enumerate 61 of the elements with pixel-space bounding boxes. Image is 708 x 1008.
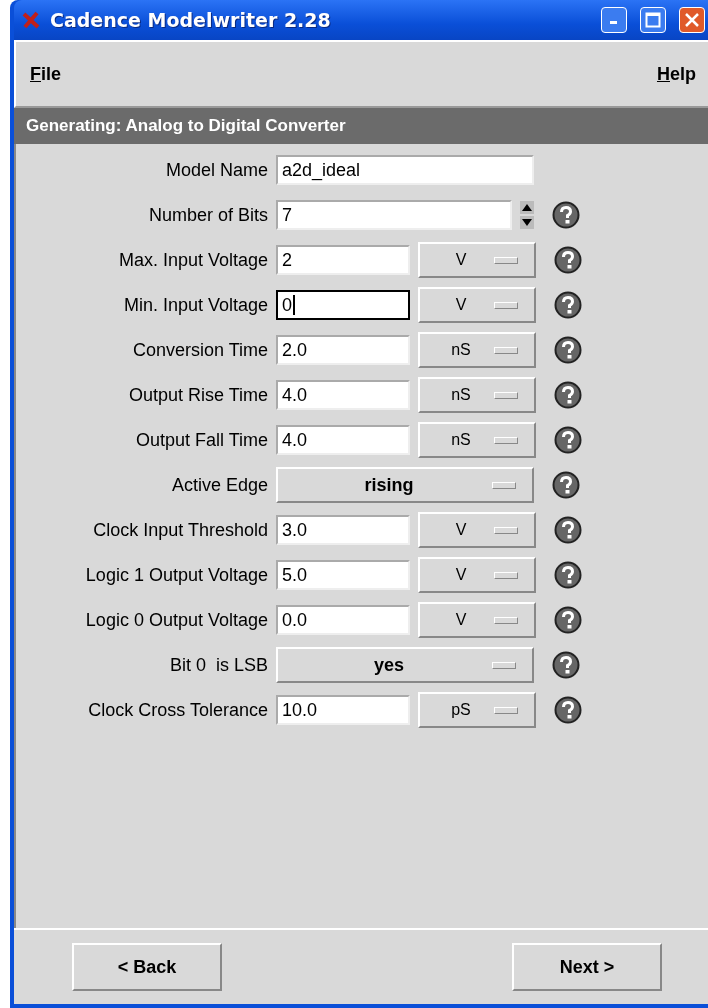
maximize-button[interactable] <box>640 7 666 33</box>
option-dropdown[interactable]: yes <box>276 647 534 683</box>
close-button[interactable] <box>679 7 705 33</box>
menu-item[interactable]: Help <box>657 63 696 85</box>
help-icon[interactable] <box>554 561 582 589</box>
field-label: Max. Input Voltage <box>117 249 268 271</box>
field-label: Bit 0 is LSB <box>168 654 268 676</box>
field-label: Conversion Time <box>131 339 268 361</box>
back-button[interactable]: < Back <box>72 943 222 991</box>
input-field[interactable]: 4.0 <box>276 425 410 455</box>
field-label: Logic 1 Output Voltage <box>84 564 268 586</box>
input-field[interactable]: 5.0 <box>276 560 410 590</box>
field-label: Clock Input Threshold <box>92 519 268 541</box>
window-title: Cadence Modelwriter 2.28 <box>50 9 332 31</box>
unit-dropdown[interactable]: V <box>418 242 536 278</box>
help-icon[interactable] <box>554 336 582 364</box>
next-button[interactable]: Next > <box>512 943 662 991</box>
field-label: Output Rise Time <box>127 384 268 406</box>
input-field[interactable]: 10.0 <box>276 695 410 725</box>
help-icon[interactable] <box>554 246 582 274</box>
close-icon <box>684 12 700 28</box>
maximize-icon <box>645 12 661 28</box>
input-field[interactable]: 4.0 <box>276 380 410 410</box>
unit-dropdown[interactable]: nS <box>418 377 536 413</box>
input-field[interactable]: 7 <box>276 200 512 230</box>
help-icon[interactable] <box>554 606 582 634</box>
menu-item[interactable]: File <box>30 63 61 85</box>
unit-dropdown[interactable]: V <box>418 512 536 548</box>
option-dropdown[interactable]: rising <box>276 467 534 503</box>
input-field[interactable]: 0 <box>276 290 410 320</box>
field-label: Output Fall Time <box>134 429 268 451</box>
field-label: Logic 0 Output Voltage <box>84 609 268 631</box>
unit-dropdown[interactable]: pS <box>418 692 536 728</box>
input-field[interactable]: 0.0 <box>276 605 410 635</box>
help-icon[interactable] <box>554 426 582 454</box>
spinner-arrows-icon[interactable] <box>520 201 534 229</box>
input-field[interactable]: 3.0 <box>276 515 410 545</box>
input-field[interactable]: 2.0 <box>276 335 410 365</box>
help-icon[interactable] <box>552 471 580 499</box>
help-icon[interactable] <box>554 696 582 724</box>
input-field[interactable]: 2 <box>276 245 410 275</box>
unit-dropdown[interactable]: nS <box>418 422 536 458</box>
input-field[interactable]: a2d_ideal <box>276 155 534 185</box>
help-icon[interactable] <box>554 516 582 544</box>
help-icon[interactable] <box>552 201 580 229</box>
text-cursor <box>293 295 295 315</box>
unit-dropdown[interactable]: V <box>418 287 536 323</box>
unit-dropdown[interactable]: V <box>418 602 536 638</box>
help-icon[interactable] <box>554 291 582 319</box>
field-label: Active Edge <box>170 474 268 496</box>
help-icon[interactable] <box>552 651 580 679</box>
section-header: Generating: Analog to Digital Converter <box>14 108 708 144</box>
app-x-icon <box>22 11 40 29</box>
unit-dropdown[interactable]: nS <box>418 332 536 368</box>
field-label: Clock Cross Tolerance <box>87 699 268 721</box>
unit-dropdown[interactable]: V <box>418 557 536 593</box>
help-icon[interactable] <box>554 381 582 409</box>
field-label: Min. Input Voltage <box>122 294 268 316</box>
field-label: Number of Bits <box>147 204 268 226</box>
minimize-button[interactable] <box>601 7 627 33</box>
field-label: Model Name <box>164 159 268 181</box>
